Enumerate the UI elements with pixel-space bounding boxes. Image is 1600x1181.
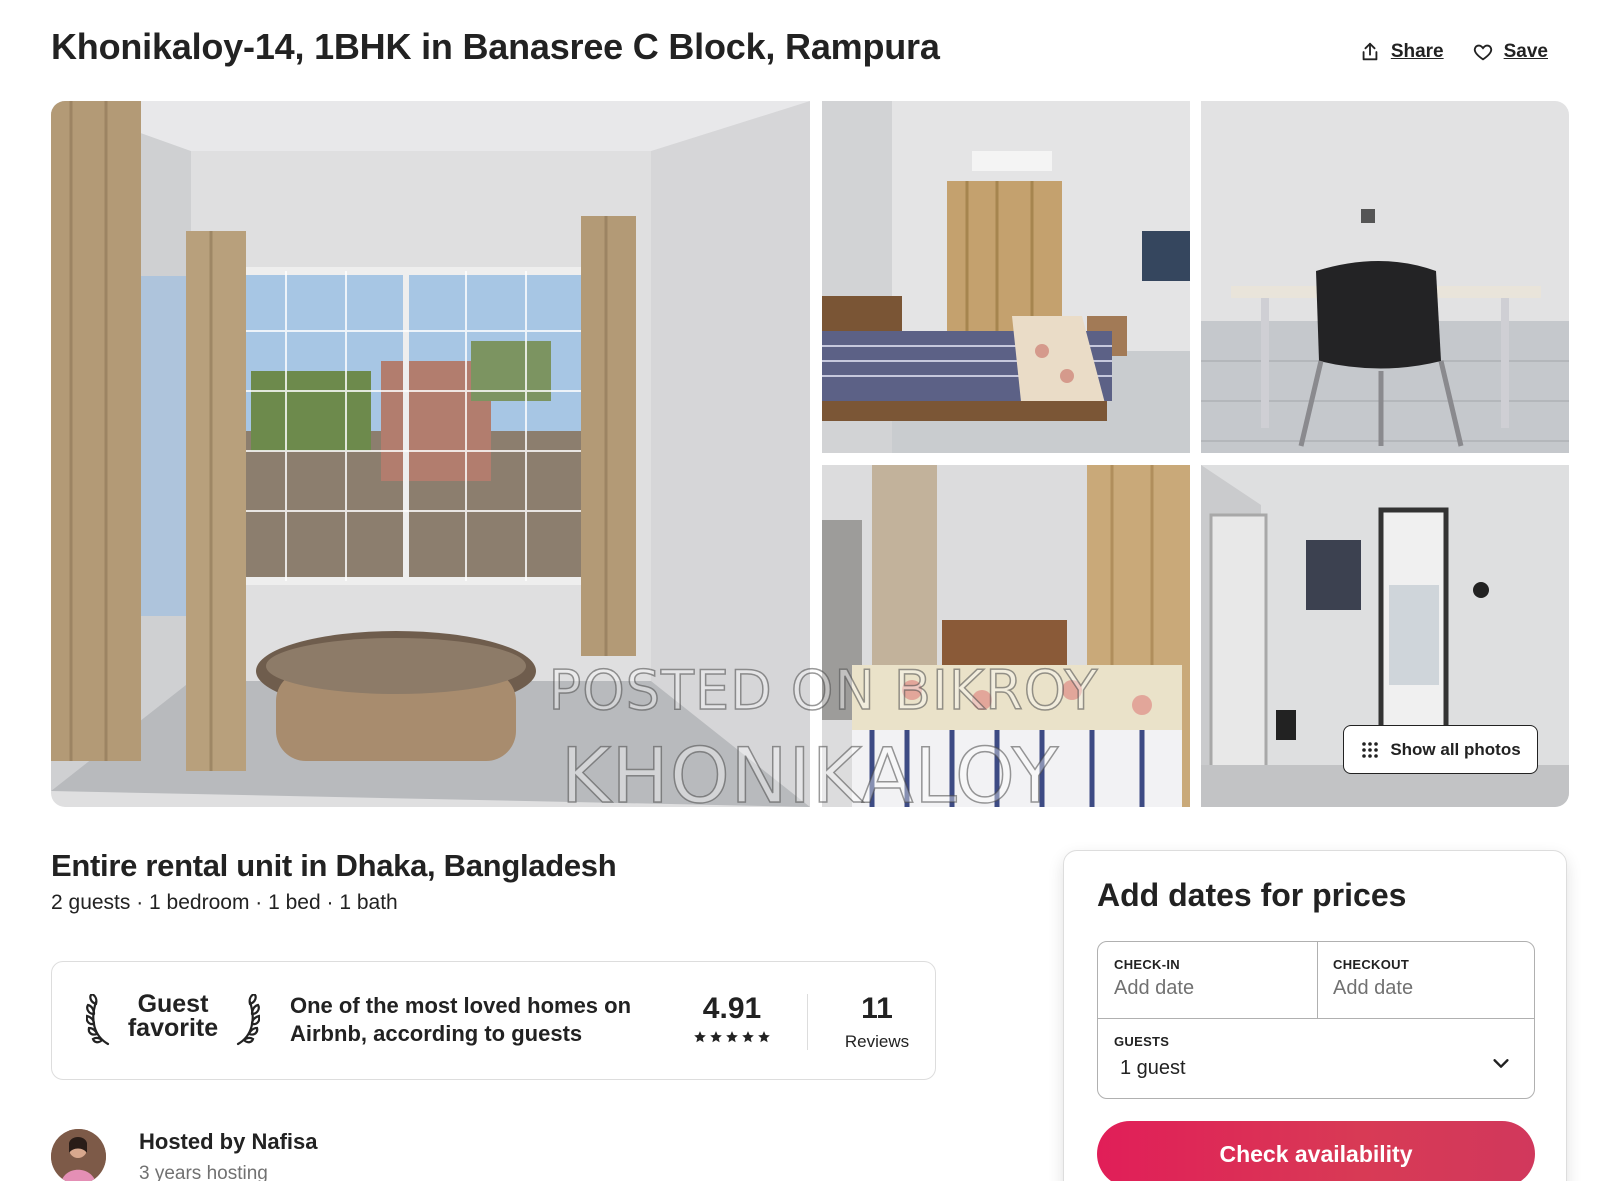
rating-value: 4.91 bbox=[702, 992, 762, 1025]
rating-divider bbox=[807, 994, 808, 1050]
guest-favorite-badge: Guest favorite bbox=[122, 990, 224, 1042]
guest-favorite-line2: favorite bbox=[127, 1014, 219, 1042]
checkin-field[interactable]: CHECK-IN Add date bbox=[1114, 957, 1194, 1000]
reviews-block[interactable]: 11 Reviews bbox=[827, 992, 927, 1052]
chevron-down-icon[interactable] bbox=[1490, 1052, 1512, 1074]
laurel-left-icon bbox=[86, 994, 110, 1046]
guests-value: 1 guest bbox=[1120, 1057, 1186, 1079]
check-availability-button[interactable]: Check availability bbox=[1097, 1121, 1535, 1181]
date-guest-picker: CHECK-IN Add date CHECKOUT Add date GUES… bbox=[1097, 941, 1535, 1099]
photo-gallery: POSTED ON BIKROY KHONIKALOY Show all pho… bbox=[51, 101, 1569, 807]
reviews-label: Reviews bbox=[844, 1032, 910, 1051]
photo-bedroom-bed[interactable] bbox=[822, 465, 1190, 807]
checkout-label: CHECKOUT bbox=[1333, 957, 1410, 972]
laurel-right-icon bbox=[236, 994, 260, 1046]
star-icon bbox=[726, 1031, 738, 1043]
listing-details: 2 guests · 1 bedroom · 1 bed · 1 bath bbox=[51, 891, 398, 914]
header-actions: Share Save bbox=[1359, 41, 1548, 63]
host-name: Hosted by Nafisa bbox=[139, 1129, 318, 1154]
photo-bedroom-curtains[interactable] bbox=[822, 101, 1190, 453]
heart-icon bbox=[1473, 44, 1492, 61]
picker-divider-vertical bbox=[1317, 942, 1318, 1018]
save-label: Save bbox=[1503, 41, 1548, 62]
booking-card: Add dates for prices CHECK-IN Add date C… bbox=[1063, 850, 1567, 1181]
star-icon bbox=[758, 1031, 770, 1043]
guests-field[interactable]: GUESTS 1 guest bbox=[1114, 1034, 1186, 1080]
star-icon bbox=[694, 1031, 706, 1043]
show-all-photos-label: Show all photos bbox=[1390, 739, 1521, 759]
share-label: Share bbox=[1390, 41, 1444, 62]
checkout-value: Add date bbox=[1333, 977, 1414, 999]
star-icon bbox=[710, 1031, 722, 1043]
grid-dots-icon bbox=[1362, 741, 1379, 758]
reviews-count: 11 bbox=[861, 992, 893, 1025]
checkin-label: CHECK-IN bbox=[1114, 957, 1180, 972]
listing-type-title: Entire rental unit in Dhaka, Bangladesh bbox=[51, 848, 617, 883]
host-avatar[interactable] bbox=[51, 1129, 106, 1181]
show-all-photos-button[interactable]: Show all photos bbox=[1343, 725, 1538, 774]
guest-favorite-line1: Guest bbox=[137, 990, 209, 1018]
booking-title: Add dates for prices bbox=[1097, 877, 1407, 913]
photo-main[interactable] bbox=[51, 101, 810, 807]
guest-favorite-description: One of the most loved homes on Airbnb, a… bbox=[290, 993, 632, 1046]
rating-block: 4.91 bbox=[682, 992, 782, 1044]
share-icon bbox=[1362, 42, 1378, 61]
host-section: Hosted by Nafisa 3 years hosting bbox=[51, 1129, 318, 1181]
star-rating bbox=[682, 1030, 782, 1044]
share-button[interactable]: Share bbox=[1359, 41, 1444, 63]
guests-label: GUESTS bbox=[1114, 1034, 1170, 1049]
star-icon bbox=[742, 1031, 754, 1043]
checkout-field[interactable]: CHECKOUT Add date bbox=[1333, 957, 1413, 1000]
picker-divider-horizontal bbox=[1098, 1018, 1534, 1019]
listing-page-title: Khonikaloy-14, 1BHK in Banasree C Block,… bbox=[51, 26, 940, 67]
guest-favorite-card[interactable]: Guest favorite One of the most loved hom… bbox=[51, 961, 936, 1080]
host-tenure: 3 years hosting bbox=[139, 1163, 268, 1181]
checkin-value: Add date bbox=[1114, 977, 1195, 999]
photo-desk-chair[interactable] bbox=[1201, 101, 1569, 453]
save-button[interactable]: Save bbox=[1472, 41, 1548, 63]
